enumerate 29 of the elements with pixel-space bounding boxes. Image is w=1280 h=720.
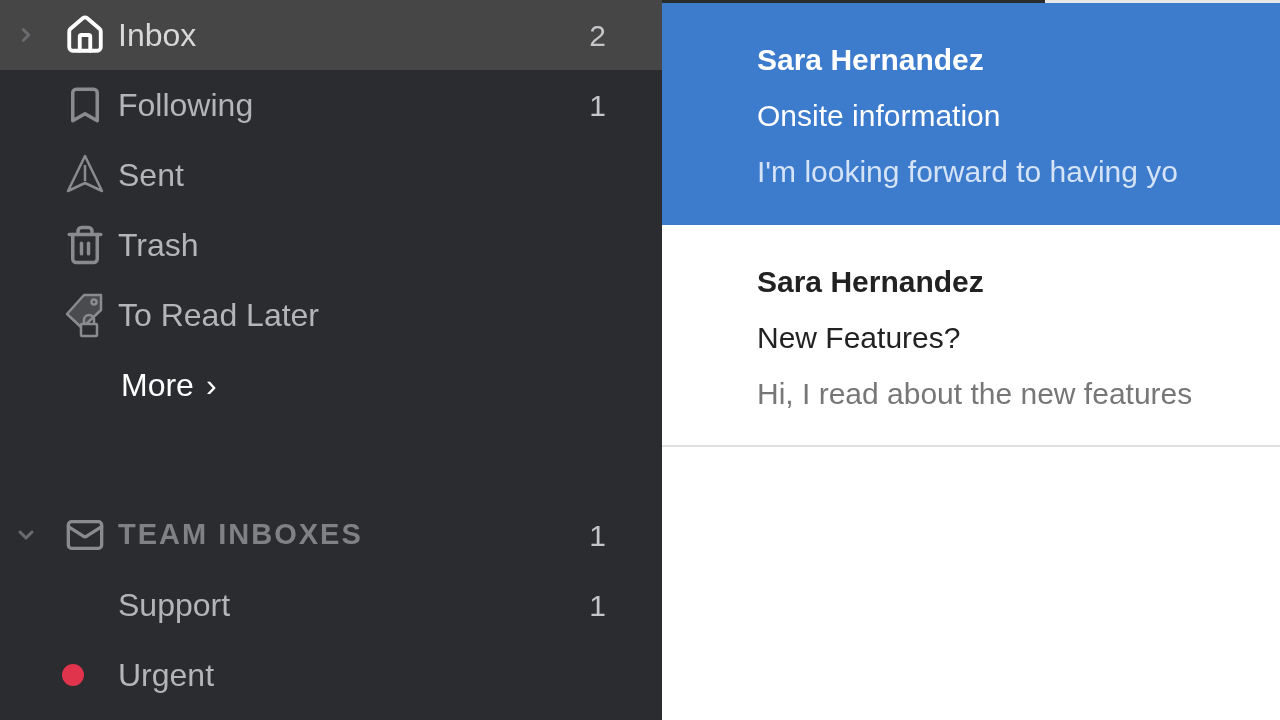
unread-count: 1 <box>589 587 606 624</box>
sender-name: Sara Hernandez <box>757 43 985 77</box>
sidebar-item[interactable]: Urgent <box>0 640 662 710</box>
inbox-label: Urgent <box>118 656 215 695</box>
more-link[interactable]: More › <box>121 361 217 409</box>
folder-label: Sent <box>118 156 184 195</box>
sidebar-item[interactable]: Trash <box>0 210 662 280</box>
sidebar-item[interactable]: Support 1 <box>0 570 662 640</box>
unread-count: 1 <box>589 517 606 554</box>
message-row[interactable]: Sara Hernandez Onsite information I'm looking forward to having yo <box>662 3 1280 225</box>
message-subject: New Features? <box>757 321 962 355</box>
sidebar-item[interactable]: Inbox 2 <box>0 0 662 70</box>
folder-label: Inbox <box>118 16 197 55</box>
message-preview: Hi, I read about the new features <box>757 377 1194 411</box>
unread-count: 1 <box>589 87 606 124</box>
home-icon <box>64 14 106 56</box>
message-subject: Onsite information <box>757 99 1002 133</box>
section-heading: TEAM INBOXES <box>118 517 363 553</box>
unread-count: 2 <box>589 17 606 54</box>
message-preview: I'm looking forward to having yo <box>757 155 1179 189</box>
chevron-glyph: › <box>205 366 217 405</box>
folder-label: Trash <box>118 226 199 265</box>
sidebar-item[interactable]: Sent <box>0 140 662 210</box>
folder-label: Following <box>118 86 254 125</box>
sidebar-item[interactable]: Following 1 <box>0 70 662 140</box>
inbox-label: Support <box>118 586 231 625</box>
sidebar-item[interactable]: To Read Later <box>0 280 662 350</box>
folder-label: To Read Later <box>118 296 319 335</box>
sender-name: Sara Hernandez <box>757 265 985 299</box>
